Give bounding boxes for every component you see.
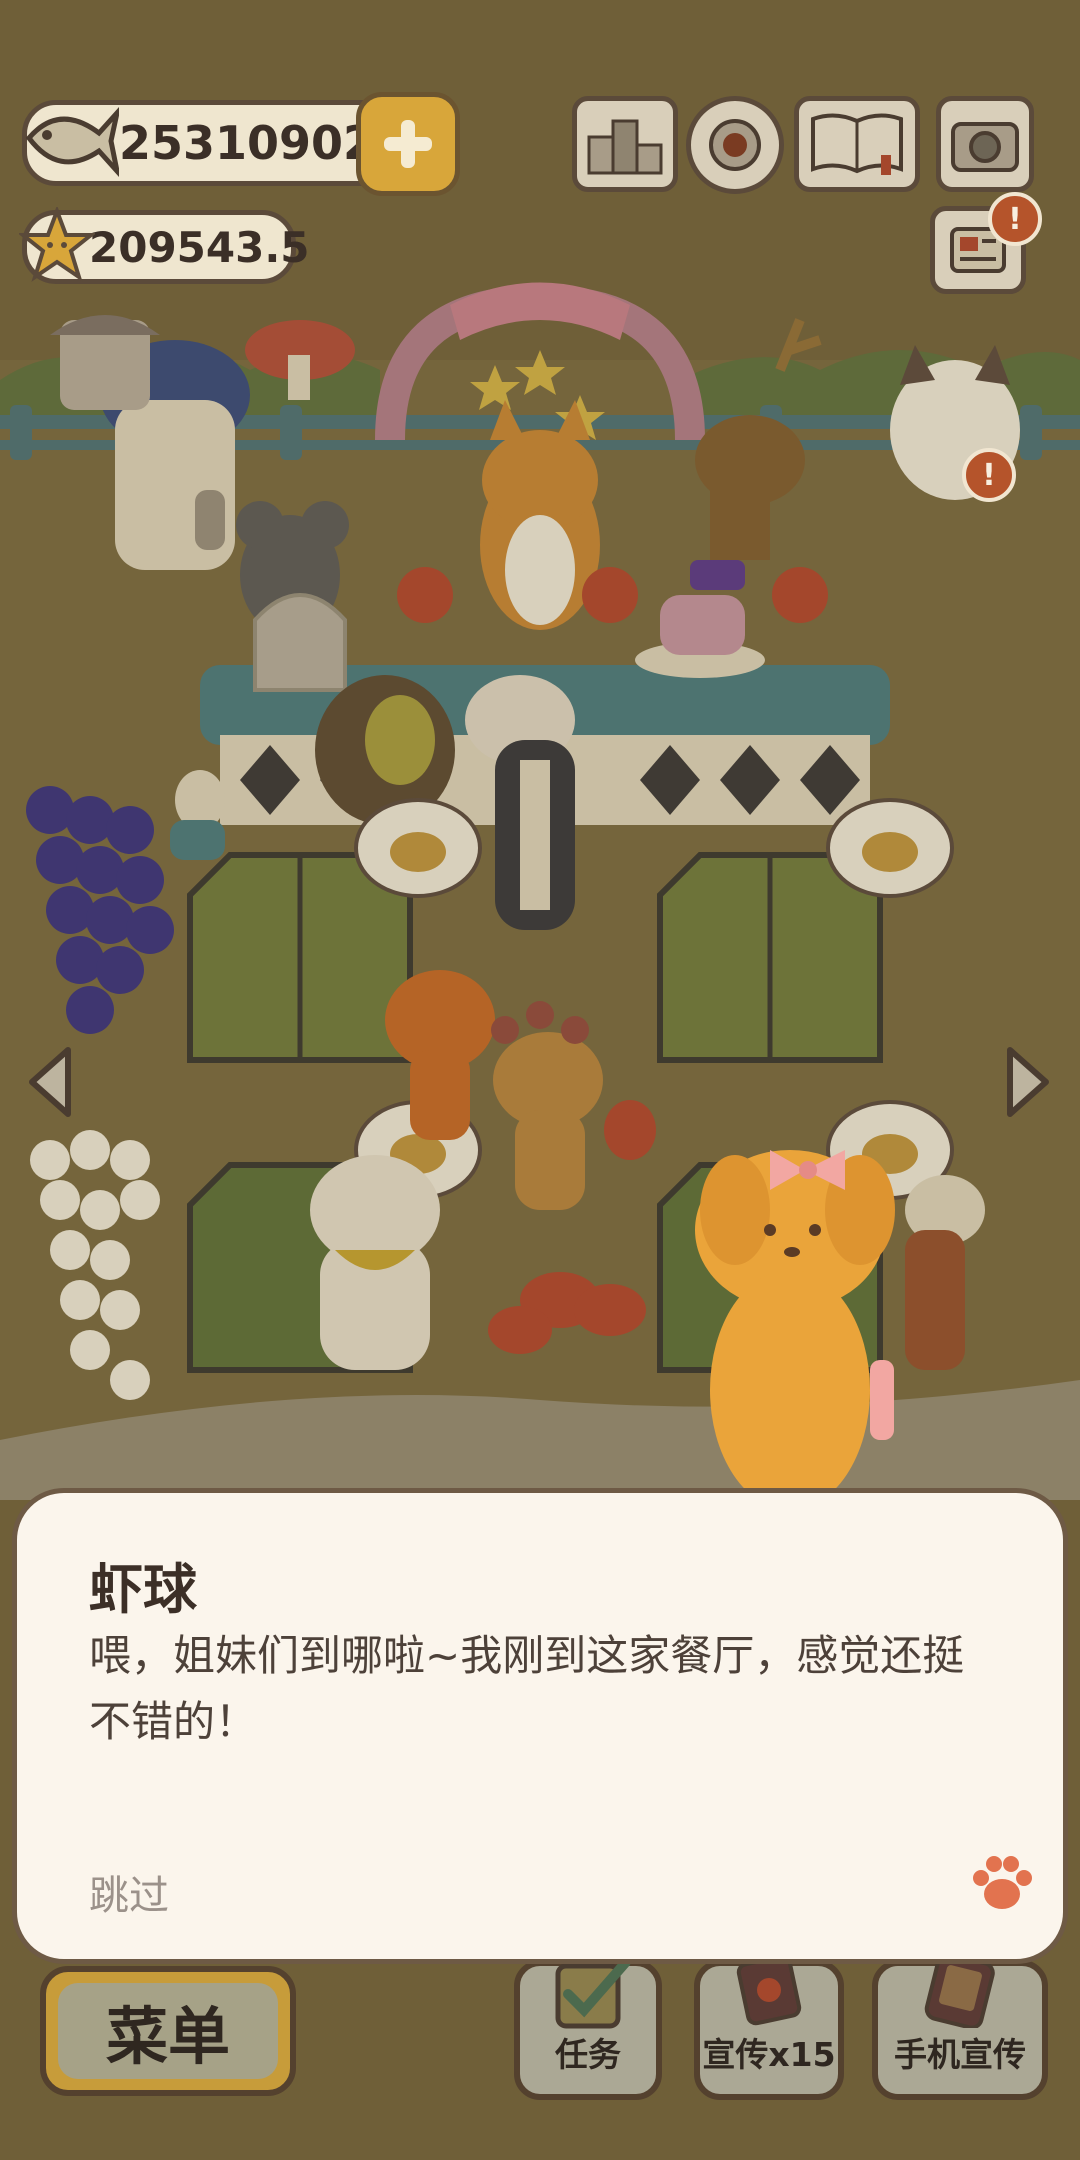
cat-alert-badge[interactable]: !	[962, 448, 1016, 502]
fish-icon	[19, 93, 122, 187]
phone-promo-button[interactable]: 手机宣传	[872, 1952, 1048, 2100]
settings-button[interactable]	[686, 96, 784, 194]
promo-label: 宣传x15	[702, 2035, 836, 2074]
speaker-name: 虾球	[89, 1558, 197, 1621]
add-fish-button[interactable]	[356, 92, 460, 196]
plus-icon	[384, 120, 432, 168]
promo-card-icon	[729, 1952, 809, 2032]
paw-continue-icon[interactable]	[967, 1848, 1037, 1922]
ranking-button[interactable]	[572, 96, 678, 192]
settings-gear-icon	[709, 119, 761, 171]
star-currency-bar: 209543.5	[17, 205, 310, 287]
phone-promo-label: 手机宣传	[894, 2035, 1026, 2074]
phone-icon	[912, 1952, 1008, 2032]
news-alert-badge: !	[988, 192, 1042, 246]
skip-button[interactable]: 跳过	[89, 1863, 169, 1921]
camera-button[interactable]	[936, 96, 1034, 192]
camera-icon	[951, 122, 1019, 172]
star-count: 209543.5	[89, 222, 310, 272]
menu-button[interactable]: 菜单	[40, 1966, 296, 2096]
prev-area-button[interactable]	[20, 1040, 80, 1124]
dialogue-box[interactable]: 虾球 喂，姐妹们到哪啦~我刚到这家餐厅，感觉还挺不错的！ 跳过	[12, 1488, 1068, 1964]
promo-button[interactable]: 宣传x15	[694, 1954, 844, 2100]
menu-label: 菜单	[58, 1983, 278, 2079]
star-icon	[17, 205, 97, 287]
checklist-icon	[540, 1952, 636, 2036]
arrow-left-icon	[29, 1047, 71, 1117]
task-label: 任务	[555, 2035, 621, 2074]
task-button[interactable]: 任务	[514, 1957, 662, 2100]
next-area-button[interactable]	[998, 1040, 1058, 1124]
recipe-book-button[interactable]	[794, 96, 920, 192]
dialogue-text: 喂，姐妹们到哪啦~我刚到这家餐厅，感觉还挺不错的！	[89, 1631, 965, 1746]
arrow-right-icon	[1007, 1047, 1049, 1117]
ranking-podium-icon	[587, 119, 663, 175]
recipe-book-icon	[811, 113, 903, 175]
